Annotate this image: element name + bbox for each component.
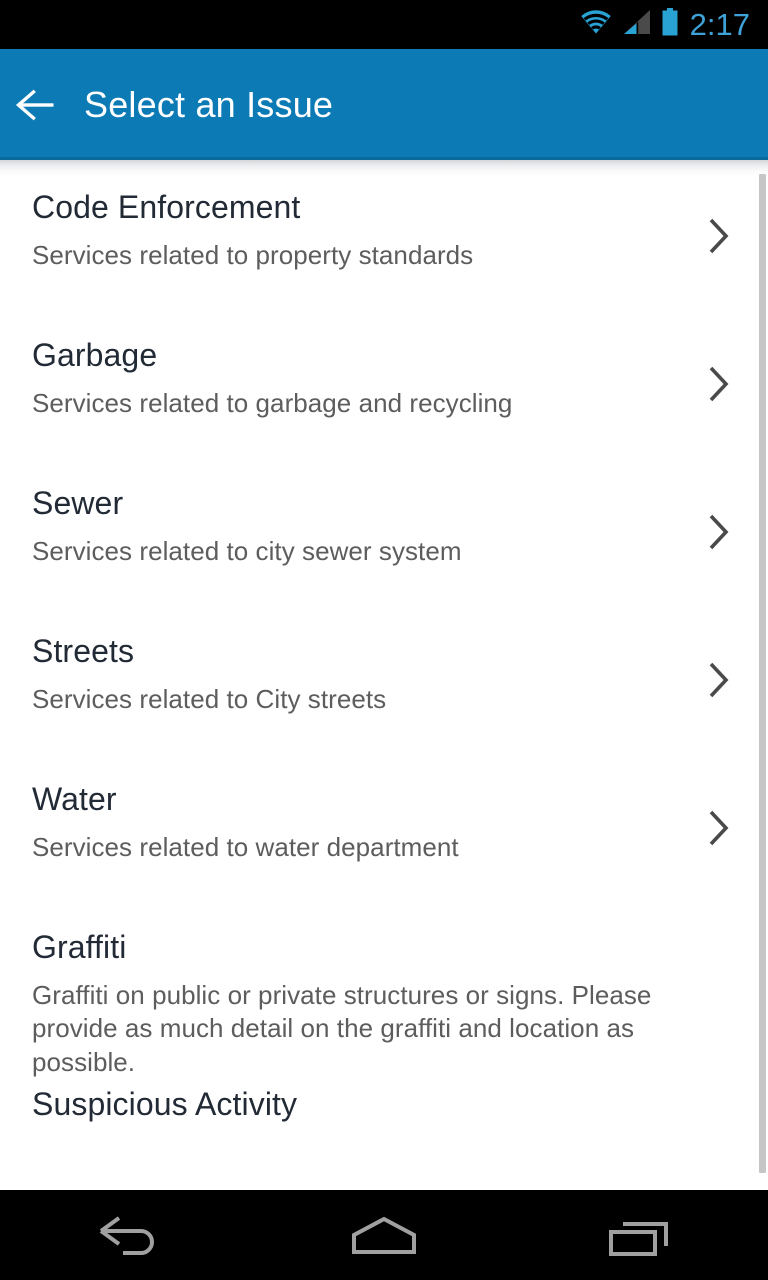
list-item-title: Streets <box>32 633 135 669</box>
list-item[interactable]: Code Enforcement Services related to prop… <box>0 182 768 330</box>
system-navigation-bar <box>0 1190 768 1280</box>
list-item-title: Graffiti <box>32 929 127 965</box>
list-item-description: Services related to city sewer system <box>32 536 462 566</box>
nav-back-button[interactable] <box>0 1190 256 1280</box>
chevron-right-icon <box>709 514 729 550</box>
arrow-left-icon <box>15 89 54 120</box>
nav-recents-button[interactable] <box>512 1190 768 1280</box>
battery-icon <box>661 8 679 41</box>
list-item[interactable]: Garbage Services related to garbage and r… <box>0 330 768 478</box>
status-bar-icons <box>579 8 679 41</box>
list-item-description: Services related to water department <box>32 832 459 862</box>
chevron-right-icon <box>709 662 729 698</box>
status-bar: 2:17 <box>0 0 768 49</box>
list-item[interactable]: Graffiti Graffiti on public or private st… <box>0 922 768 1079</box>
list-item-text: Graffiti Graffiti on public or private st… <box>32 922 694 1079</box>
back-nav-icon <box>99 1216 154 1255</box>
list-item-chevron[interactable] <box>694 808 742 848</box>
list-item-description: Services related to property standards <box>32 240 474 270</box>
list-item-text: Streets Services related to City streets <box>32 626 694 716</box>
list-item-title: Garbage <box>32 337 158 373</box>
list-item-text: Water Services related to water departmen… <box>32 774 694 864</box>
list-item-title: Water <box>32 781 117 817</box>
list-item-text: Suspicious Activity <box>32 1079 694 1120</box>
list-item[interactable]: Streets Services related to City streets <box>0 626 768 774</box>
list-item-chevron[interactable] <box>694 364 742 404</box>
chevron-right-icon <box>709 366 729 402</box>
list-item-chevron[interactable] <box>694 216 742 256</box>
back-button[interactable] <box>0 49 74 160</box>
list-item-title: Sewer <box>32 485 124 521</box>
android-screen: 2:17 Select an Issue Code Enforcement Ser… <box>0 0 768 1280</box>
list-item-text: Sewer Services related to city sewer syst… <box>32 478 694 568</box>
chevron-right-icon <box>709 218 729 254</box>
list-item-text: Code Enforcement Services related to prop… <box>32 182 694 272</box>
nav-home-button[interactable] <box>256 1190 512 1280</box>
app-bar: Select an Issue <box>0 49 768 160</box>
wifi-icon <box>579 9 613 40</box>
list-item-chevron[interactable] <box>694 660 742 700</box>
list-item-text: Garbage Services related to garbage and r… <box>32 330 694 420</box>
list-item-description: Services related to garbage and recyclin… <box>32 388 513 418</box>
issue-list: Code Enforcement Services related to prop… <box>0 160 768 1190</box>
list-item[interactable]: Sewer Services related to city sewer syst… <box>0 478 768 626</box>
issue-list-viewport[interactable]: Code Enforcement Services related to prop… <box>0 160 768 1190</box>
chevron-right-icon <box>709 810 729 846</box>
recents-nav-icon <box>609 1222 668 1256</box>
home-nav-icon <box>352 1216 416 1254</box>
list-item[interactable]: Water Services related to water departmen… <box>0 774 768 922</box>
list-item-title: Suspicious Activity <box>32 1085 298 1122</box>
cellular-signal-icon <box>622 9 652 40</box>
list-item-title: Code Enforcement <box>32 189 301 225</box>
list-item-description: Services related to City streets <box>32 684 387 714</box>
list-item-description: Graffiti on public or private structures… <box>32 980 652 1077</box>
page-title: Select an Issue <box>84 83 334 125</box>
list-item[interactable]: Suspicious Activity <box>0 1079 768 1190</box>
status-bar-clock: 2:17 <box>689 7 750 42</box>
list-item-chevron[interactable] <box>694 512 742 552</box>
